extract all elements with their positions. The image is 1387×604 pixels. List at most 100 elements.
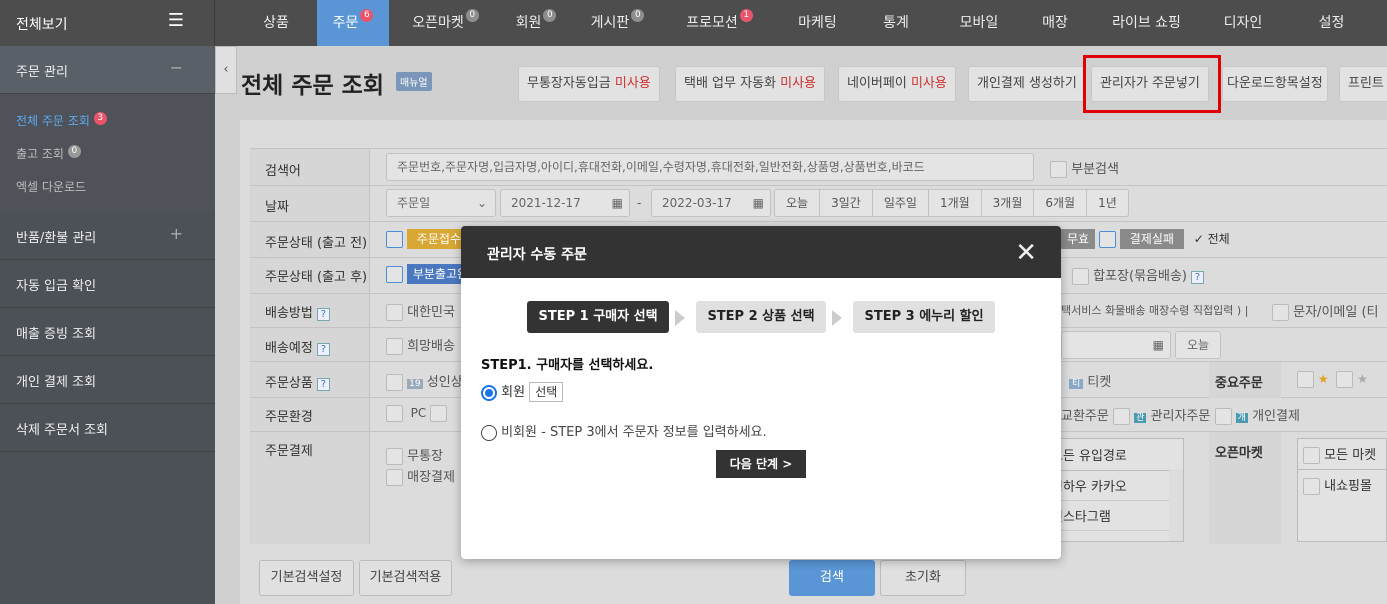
checkbox[interactable]: [386, 469, 403, 486]
period-button[interactable]: 오늘: [775, 190, 819, 216]
toolbar-naverpay[interactable]: 네이버페이 미사용: [838, 66, 956, 102]
close-icon[interactable]: ✕: [1015, 238, 1037, 268]
collapse-icon[interactable]: −: [170, 58, 183, 77]
nav-tab-8[interactable]: 모바일: [931, 0, 1027, 46]
period-button[interactable]: 1개월: [927, 190, 981, 216]
period-button[interactable]: 3개월: [980, 190, 1034, 216]
period-button[interactable]: 3일간: [819, 190, 872, 216]
sidebar-section-order[interactable]: 주문 관리 −: [0, 46, 215, 94]
nav-tab-11[interactable]: 디자인: [1210, 0, 1276, 46]
adult-checkbox[interactable]: 19 성인상: [386, 371, 463, 391]
checkbox[interactable]: [1336, 371, 1354, 388]
select-all[interactable]: ✓ 전체: [1194, 232, 1230, 246]
nav-tab-10[interactable]: 라이브 쇼핑: [1083, 0, 1210, 46]
ticket-checkbox[interactable]: 티 티켓: [1069, 371, 1111, 390]
checkbox[interactable]: [386, 338, 403, 355]
next-step-button[interactable]: 다음 단계 >: [716, 450, 806, 478]
apply-default-search-button[interactable]: 기본검색적용: [359, 560, 452, 596]
date-from-input[interactable]: 2021-12-17 ▦: [500, 189, 630, 217]
help-icon[interactable]: ?: [316, 378, 330, 391]
guest-option[interactable]: 비회원 - STEP 3에서 주문자 정보를 입력하세요.: [481, 421, 767, 441]
sched-first[interactable]: 희망배송: [386, 335, 455, 355]
period-button[interactable]: 1년: [1086, 190, 1128, 216]
radio[interactable]: [481, 424, 497, 441]
inflow-item[interactable]: 블로그: [1041, 531, 1183, 541]
radio-selected[interactable]: [481, 384, 497, 401]
checkbox[interactable]: [1214, 408, 1232, 425]
nav-tab-9[interactable]: 매장: [1027, 0, 1083, 46]
period-button[interactable]: 6개월: [1033, 190, 1086, 216]
sched-today-button[interactable]: 오늘: [1175, 331, 1221, 359]
checkbox[interactable]: [1303, 478, 1320, 495]
inflow-item[interactable]: 인스타그램: [1041, 501, 1183, 531]
checkbox[interactable]: [1272, 304, 1289, 321]
market-list[interactable]: 모든 마켓 내쇼핑몰: [1297, 438, 1387, 542]
collapse-sidebar-button[interactable]: ‹: [215, 46, 237, 94]
toolbar-auto-deposit[interactable]: 무통장자동입금 미사용: [518, 66, 660, 102]
expand-icon[interactable]: +: [170, 224, 183, 243]
search-button[interactable]: 검색: [789, 560, 875, 596]
pay-item[interactable]: 무통장: [386, 445, 443, 465]
status-invalid: 무효 결제실패 ✓ 전체: [1061, 229, 1230, 249]
hamburger-icon[interactable]: ☰: [168, 10, 184, 31]
nav-tab-4[interactable]: 게시판 0: [570, 0, 665, 46]
reset-button[interactable]: 초기화: [880, 560, 966, 596]
sidebar-section-personal-pay[interactable]: 개인 결제 조회: [0, 356, 215, 404]
sched-date-input[interactable]: ▦: [1061, 331, 1171, 359]
toolbar-delivery-automation[interactable]: 택배 업무 자동화 미사용: [675, 66, 826, 102]
help-icon[interactable]: ?: [1191, 271, 1205, 284]
date-type-select[interactable]: 주문일 ⌄: [386, 189, 496, 217]
toolbar-download-settings[interactable]: 다운로드항목설정: [1222, 66, 1328, 102]
default-search-settings-button[interactable]: 기본검색설정: [259, 560, 354, 596]
calendar-icon[interactable]: ▦: [1153, 332, 1164, 358]
nav-tab-12[interactable]: 설정: [1276, 0, 1387, 46]
sidebar-section-deleted[interactable]: 삭제 주문서 조회: [0, 404, 215, 452]
sidebar-section-deposit[interactable]: 자동 입금 확인: [0, 260, 215, 308]
sidebar-section-returns[interactable]: 반품/환불 관리 +: [0, 212, 215, 260]
manual-badge[interactable]: 매뉴얼: [396, 72, 432, 91]
checkbox[interactable]: [386, 374, 403, 391]
bundle-checkbox[interactable]: 합포장(묶음배송)?: [1072, 265, 1205, 285]
toolbar-create-personal-payment[interactable]: 개인결제 생성하기: [968, 66, 1086, 102]
nav-tab-5[interactable]: 프로모션 1: [665, 0, 774, 46]
nav-tab-2[interactable]: 오픈마켓 0: [389, 0, 502, 46]
member-option[interactable]: 회원 선택: [481, 381, 564, 402]
checkbox[interactable]: [386, 304, 403, 321]
toolbar-print[interactable]: 프린트: [1339, 66, 1387, 102]
checkbox[interactable]: [1297, 371, 1314, 388]
sidebar-item-all-orders[interactable]: 전체 주문 조회 3: [16, 112, 107, 129]
inflow-item[interactable]: 링하우 카카오: [1041, 471, 1183, 501]
checkbox[interactable]: [1050, 161, 1067, 178]
pay-item[interactable]: 매장결제: [386, 466, 455, 486]
scrollbar[interactable]: [1169, 469, 1183, 541]
checkbox[interactable]: [430, 405, 448, 422]
checkbox-checked[interactable]: [1098, 231, 1116, 248]
nav-tab-6[interactable]: 마케팅: [774, 0, 861, 46]
select-member-button[interactable]: 선택: [529, 382, 564, 402]
checkbox[interactable]: [1303, 447, 1320, 464]
keyword-input[interactable]: 주문번호,주문자명,입금자명,아이디,휴대전화,이메일,수령자명,휴대전화,일반…: [386, 153, 1034, 181]
nav-tab-3[interactable]: 회원 0: [502, 0, 570, 46]
checkbox[interactable]: [386, 405, 403, 422]
date-to-input[interactable]: 2022-03-17 ▦: [651, 189, 771, 217]
checkbox[interactable]: [1072, 268, 1089, 285]
help-icon[interactable]: ?: [316, 343, 330, 356]
checkbox-checked[interactable]: [386, 231, 403, 248]
nav-tab-1[interactable]: 주문 6: [317, 0, 389, 46]
sidebar-section-receipt[interactable]: 매출 증빙 조회: [0, 308, 215, 356]
partial-search-checkbox[interactable]: 부분검색: [1050, 158, 1119, 178]
sidebar-item-excel[interactable]: 엑셀 다운로드: [16, 178, 86, 195]
calendar-icon[interactable]: ▦: [612, 190, 623, 216]
period-button[interactable]: 일주일: [871, 190, 928, 216]
ship-first[interactable]: 대한민국: [386, 301, 455, 321]
checkbox-checked[interactable]: [386, 266, 403, 283]
nav-tab-7[interactable]: 통계: [861, 0, 931, 46]
inflow-list[interactable]: 모든 유입경로 링하우 카카오 인스타그램 블로그: [1040, 438, 1184, 542]
checkbox[interactable]: [1112, 408, 1130, 425]
checkbox[interactable]: [386, 448, 403, 465]
calendar-icon[interactable]: ▦: [753, 190, 764, 216]
help-icon[interactable]: ?: [316, 308, 330, 321]
pc-checkbox[interactable]: PC: [386, 405, 448, 422]
sidebar-item-shipping[interactable]: 출고 조회 0: [16, 145, 81, 162]
sms-checkbox[interactable]: 문자/이메일 (티: [1272, 301, 1379, 321]
